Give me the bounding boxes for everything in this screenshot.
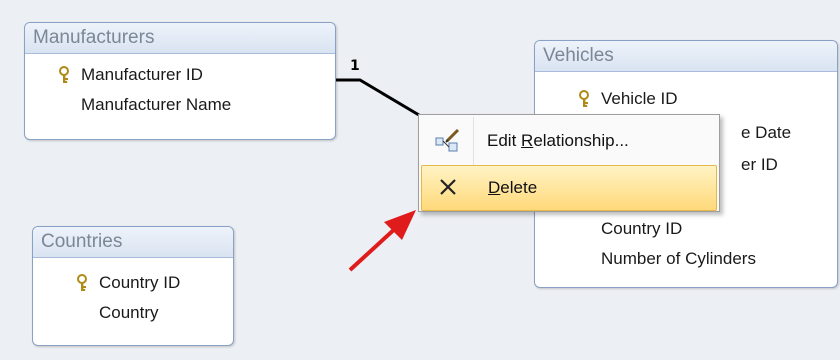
red-arrow-icon (348, 210, 416, 272)
edit-relationship-icon (435, 129, 460, 152)
field-number-of-cylinders[interactable]: Number of Cylinders (535, 244, 837, 274)
field-label: e Date (741, 123, 792, 142)
field-label: Manufacturer ID (81, 65, 203, 84)
field-label: Country (99, 303, 159, 322)
field-label: Country ID (99, 273, 181, 292)
relationship-context-menu: Edit Relationship... Delete (418, 114, 720, 212)
relationships-canvas[interactable]: 1 Manufacturers Manufacturer ID Manufact… (0, 0, 840, 360)
field-vehicle-id[interactable]: Vehicle ID (535, 84, 837, 114)
field-label: Country ID (601, 219, 683, 238)
field-manufacturer-name[interactable]: Manufacturer Name (25, 90, 335, 120)
delete-x-icon (440, 179, 456, 195)
field-country[interactable]: Country (33, 298, 233, 328)
table-title[interactable]: Vehicles (535, 41, 837, 72)
field-country-id[interactable]: Country ID (535, 214, 837, 244)
relationship-cardinality-label: 1 (350, 58, 360, 74)
field-label: Number of Cylinders (601, 249, 756, 268)
primary-key-icon (77, 274, 87, 291)
manufacturers-table[interactable]: Manufacturers Manufacturer ID Manufactur… (24, 22, 336, 140)
menu-item-label: Edit Relationship... (487, 131, 629, 150)
countries-table[interactable]: Countries Country ID Country (32, 226, 234, 346)
field-label: er ID (741, 155, 778, 174)
field-label: Vehicle ID (601, 89, 678, 108)
field-manufacturer-id[interactable]: Manufacturer ID (25, 60, 335, 90)
menu-item-edit-relationship[interactable]: Edit Relationship... (421, 119, 717, 163)
table-title[interactable]: Countries (33, 227, 233, 258)
primary-key-icon (59, 66, 69, 83)
field-label: Manufacturer Name (81, 95, 232, 114)
menu-item-label: Delete (488, 178, 538, 197)
primary-key-icon (579, 90, 589, 107)
field-country-id[interactable]: Country ID (33, 268, 233, 298)
table-title[interactable]: Manufacturers (25, 23, 335, 54)
menu-item-delete[interactable]: Delete (421, 165, 717, 211)
